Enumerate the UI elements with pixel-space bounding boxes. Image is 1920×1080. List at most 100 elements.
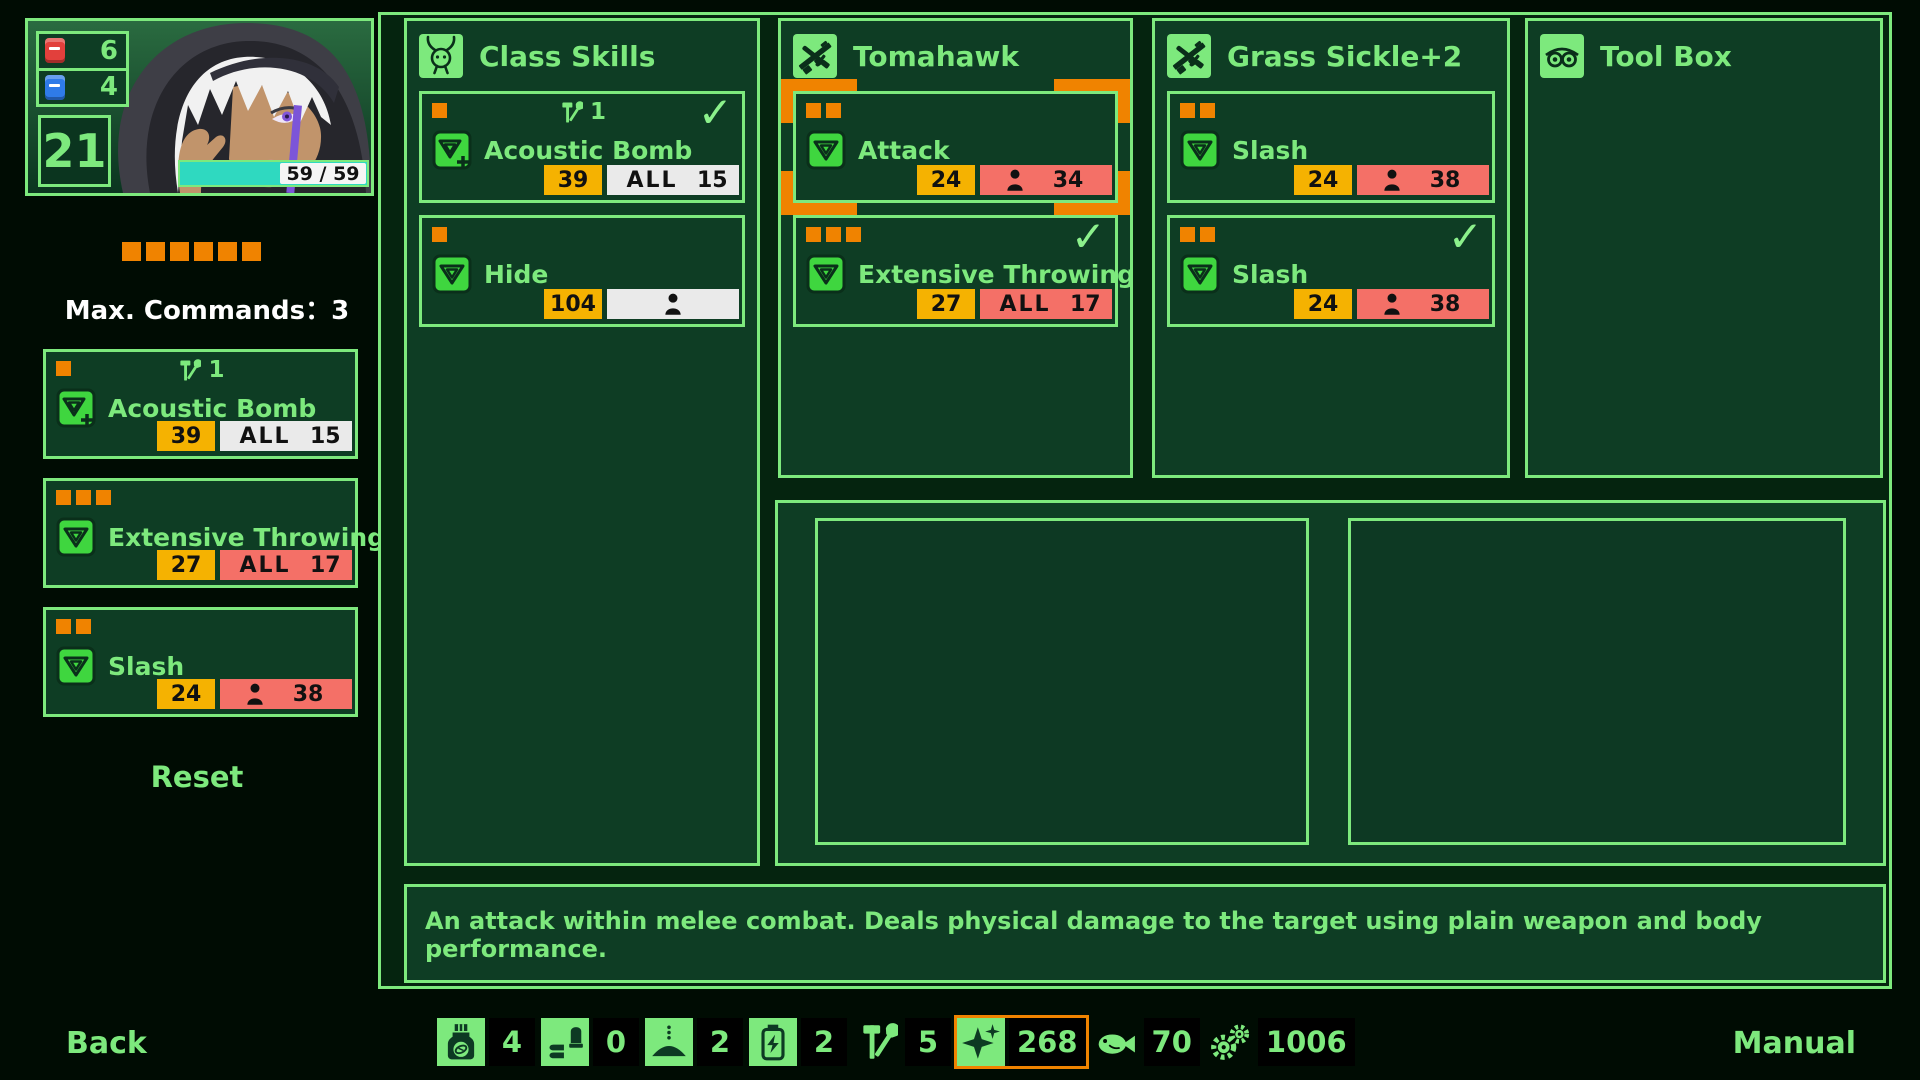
skill-card-slash-1[interactable]: Slash 24 38 bbox=[1167, 91, 1495, 203]
skill-card-acoustic-bomb[interactable]: 1 ✓ Acoustic Bomb 39 ALL 15 bbox=[419, 91, 745, 203]
skill-card-hide[interactable]: Hide 104 bbox=[419, 215, 745, 327]
cost-row: 39 ALL 15 bbox=[544, 165, 739, 195]
speed-badge: 27 bbox=[157, 550, 215, 580]
resource-medicine[interactable]: 4 bbox=[437, 1018, 535, 1066]
person-icon bbox=[246, 683, 264, 705]
speed-badge: 24 bbox=[917, 165, 975, 195]
resource-count: 268 bbox=[1009, 1018, 1086, 1066]
tool-kit-icon bbox=[176, 358, 201, 383]
resource-tools[interactable]: 5 bbox=[853, 1018, 951, 1066]
skill-icon bbox=[56, 646, 96, 686]
selected-command-slash[interactable]: Slash 24 38 bbox=[43, 607, 358, 717]
blue-book-row: 4 bbox=[39, 71, 126, 105]
skill-icon bbox=[56, 517, 96, 557]
resource-powder[interactable]: 2 bbox=[645, 1018, 743, 1066]
skill-description: An attack within melee combat. Deals phy… bbox=[425, 907, 1762, 963]
skill-name: Hide bbox=[484, 260, 548, 289]
cost-squares bbox=[806, 227, 861, 242]
skill-description-box: An attack within melee combat. Deals phy… bbox=[404, 884, 1886, 983]
cost-row: 27 ALL 17 bbox=[157, 550, 352, 580]
speed-badge: 104 bbox=[544, 289, 602, 319]
target-slot-left[interactable] bbox=[815, 518, 1309, 845]
skill-icon bbox=[56, 388, 96, 428]
target-badge: ALL 17 bbox=[980, 289, 1112, 319]
skill-name: Acoustic Bomb bbox=[484, 136, 692, 165]
column-header: Grass Sickle+2 bbox=[1155, 21, 1507, 79]
column-title: Tool Box bbox=[1600, 40, 1732, 73]
column-header: Tool Box bbox=[1528, 21, 1880, 79]
character-panel: 6 4 21 59 / 59 bbox=[25, 18, 374, 196]
skill-name: Slash bbox=[108, 652, 184, 681]
speed-badge: 24 bbox=[157, 679, 215, 709]
target-badge bbox=[607, 289, 739, 319]
cost-squares bbox=[806, 103, 841, 118]
skill-icon bbox=[1180, 130, 1220, 170]
creature-mask-icon bbox=[419, 34, 463, 78]
resource-gears[interactable]: 1006 bbox=[1206, 1018, 1355, 1066]
max-commands-label: Max. Commands：3 bbox=[42, 290, 372, 327]
cost-row: 27 ALL 17 bbox=[917, 289, 1112, 319]
action-point-squares bbox=[122, 242, 261, 261]
resource-count: 5 bbox=[905, 1018, 951, 1066]
speed-badge: 39 bbox=[544, 165, 602, 195]
column-title: Class Skills bbox=[479, 40, 655, 73]
resource-sparkle[interactable]: 268 bbox=[957, 1018, 1086, 1066]
ammo-icon bbox=[541, 1018, 589, 1066]
blue-book-value: 4 bbox=[100, 72, 118, 102]
skill-icon bbox=[1180, 254, 1220, 294]
blue-book-icon bbox=[45, 75, 65, 100]
selected-command-extensive-throwing[interactable]: Extensive Throwing 27 ALL 17 bbox=[43, 478, 358, 588]
target-badge: 38 bbox=[1357, 289, 1489, 319]
skill-icon bbox=[806, 254, 846, 294]
red-book-value: 6 bbox=[100, 36, 118, 66]
column-header: Tomahawk bbox=[781, 21, 1130, 79]
skill-card-extensive-throwing[interactable]: ✓ Extensive Throwing 27 ALL 17 bbox=[793, 215, 1118, 327]
level-value: 21 bbox=[42, 124, 106, 178]
speed-badge: 24 bbox=[1294, 165, 1352, 195]
reset-button[interactable]: Reset bbox=[37, 760, 357, 794]
crossed-weapons-icon bbox=[1167, 34, 1211, 78]
skill-name: Acoustic Bomb bbox=[108, 394, 316, 423]
column-tool-box: Tool Box bbox=[1525, 18, 1883, 478]
crossed-weapons-icon bbox=[793, 34, 837, 78]
back-button[interactable]: Back bbox=[66, 1026, 147, 1061]
target-badge: ALL 15 bbox=[220, 421, 352, 451]
target-slot-right[interactable] bbox=[1348, 518, 1846, 845]
resource-fish[interactable]: 70 bbox=[1092, 1018, 1200, 1066]
selection-bracket bbox=[781, 171, 857, 215]
skill-name: Slash bbox=[1232, 260, 1308, 289]
cost-squares bbox=[56, 619, 91, 634]
skill-card-slash-2[interactable]: ✓ Slash 24 38 bbox=[1167, 215, 1495, 327]
resource-count: 4 bbox=[489, 1018, 535, 1066]
cost-squares bbox=[56, 490, 111, 505]
column-title: Tomahawk bbox=[853, 40, 1019, 73]
target-badge: ALL 15 bbox=[607, 165, 739, 195]
tool-kit-icon bbox=[558, 100, 583, 125]
skill-icon bbox=[432, 130, 472, 170]
check-icon: ✓ bbox=[1448, 216, 1483, 258]
manual-button[interactable]: Manual bbox=[1733, 1026, 1856, 1061]
cost-squares bbox=[1180, 227, 1215, 242]
gears-icon bbox=[1206, 1018, 1254, 1066]
skill-name: Slash bbox=[1232, 136, 1308, 165]
battery-icon bbox=[749, 1018, 797, 1066]
skill-icon bbox=[806, 130, 846, 170]
tools-icon bbox=[853, 1018, 901, 1066]
hp-value: 59 / 59 bbox=[280, 163, 366, 184]
skill-name: Extensive Throwing bbox=[108, 523, 385, 552]
column-grass-sickle: Grass Sickle+2 Slash 24 38 ✓ Slash bbox=[1152, 18, 1510, 478]
speed-badge: 39 bbox=[157, 421, 215, 451]
cost-row: 104 bbox=[544, 289, 739, 319]
check-icon: ✓ bbox=[1071, 216, 1106, 258]
item-stats-box: 6 4 bbox=[36, 31, 129, 107]
target-badge: 38 bbox=[220, 679, 352, 709]
skill-card-attack[interactable]: Attack 24 34 bbox=[793, 91, 1118, 203]
selected-command-acoustic-bomb[interactable]: 1 Acoustic Bomb 39 ALL 15 bbox=[43, 349, 358, 459]
hp-bar: 59 / 59 bbox=[178, 160, 369, 187]
cost-row: 24 38 bbox=[1294, 289, 1489, 319]
resource-battery[interactable]: 2 bbox=[749, 1018, 847, 1066]
red-book-icon bbox=[45, 38, 65, 63]
person-icon bbox=[1383, 169, 1401, 191]
resource-ammo[interactable]: 0 bbox=[541, 1018, 639, 1066]
uses-count: 1 bbox=[208, 357, 224, 383]
